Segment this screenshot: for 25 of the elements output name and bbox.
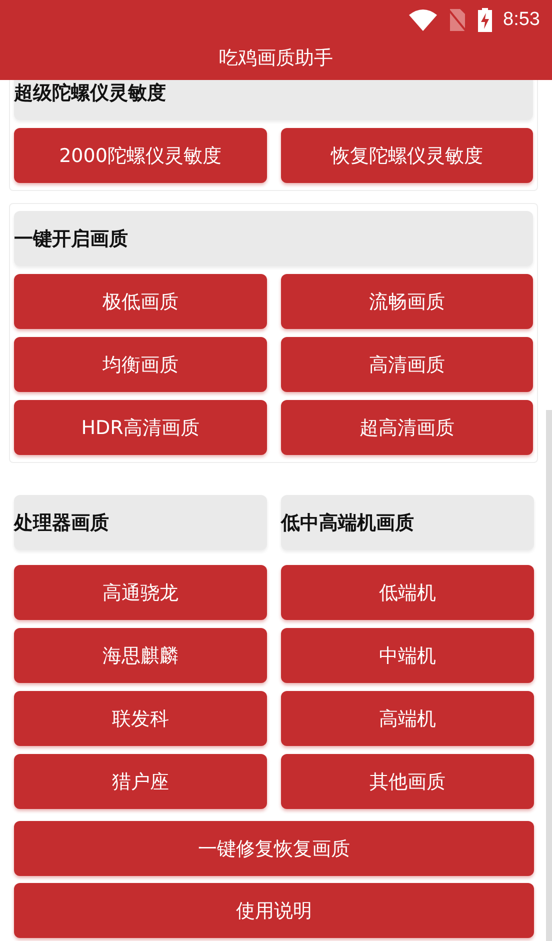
action-button[interactable]: 一键修复恢复画质 bbox=[14, 821, 534, 876]
option-button[interactable]: 超高清画质 bbox=[280, 400, 533, 455]
option-button[interactable]: 高通骁龙 bbox=[14, 565, 267, 620]
option-button[interactable]: HDR高清画质 bbox=[14, 400, 266, 455]
option-button[interactable]: 高清画质 bbox=[280, 337, 533, 392]
option-button[interactable]: 流畅画质 bbox=[280, 274, 533, 329]
option-button[interactable]: 均衡画质 bbox=[14, 337, 266, 392]
section-header: 一键开启画质 bbox=[14, 211, 533, 266]
option-button[interactable]: 其他画质 bbox=[281, 754, 534, 809]
option-button[interactable]: 联发科 bbox=[14, 691, 267, 746]
section-header: 低中高端机画质 bbox=[281, 495, 534, 550]
wifi-icon bbox=[409, 9, 438, 31]
option-button[interactable]: 海思麒麟 bbox=[14, 628, 267, 683]
option-button[interactable]: 极低画质 bbox=[14, 274, 266, 329]
option-button[interactable]: 恢复陀螺仪灵敏度 bbox=[280, 128, 533, 183]
battery-charging-icon bbox=[477, 8, 494, 32]
action-button[interactable]: 使用说明 bbox=[14, 883, 534, 938]
no-sim-icon bbox=[447, 8, 468, 32]
option-button[interactable]: 高端机 bbox=[281, 691, 534, 746]
option-button[interactable]: 2000陀螺仪灵敏度 bbox=[14, 128, 266, 183]
status-time: 8:53 bbox=[503, 9, 540, 31]
option-button[interactable]: 猎户座 bbox=[14, 754, 267, 809]
option-button[interactable]: 中端机 bbox=[281, 628, 534, 683]
option-button[interactable]: 低端机 bbox=[281, 565, 534, 620]
section-header: 处理器画质 bbox=[14, 495, 267, 550]
